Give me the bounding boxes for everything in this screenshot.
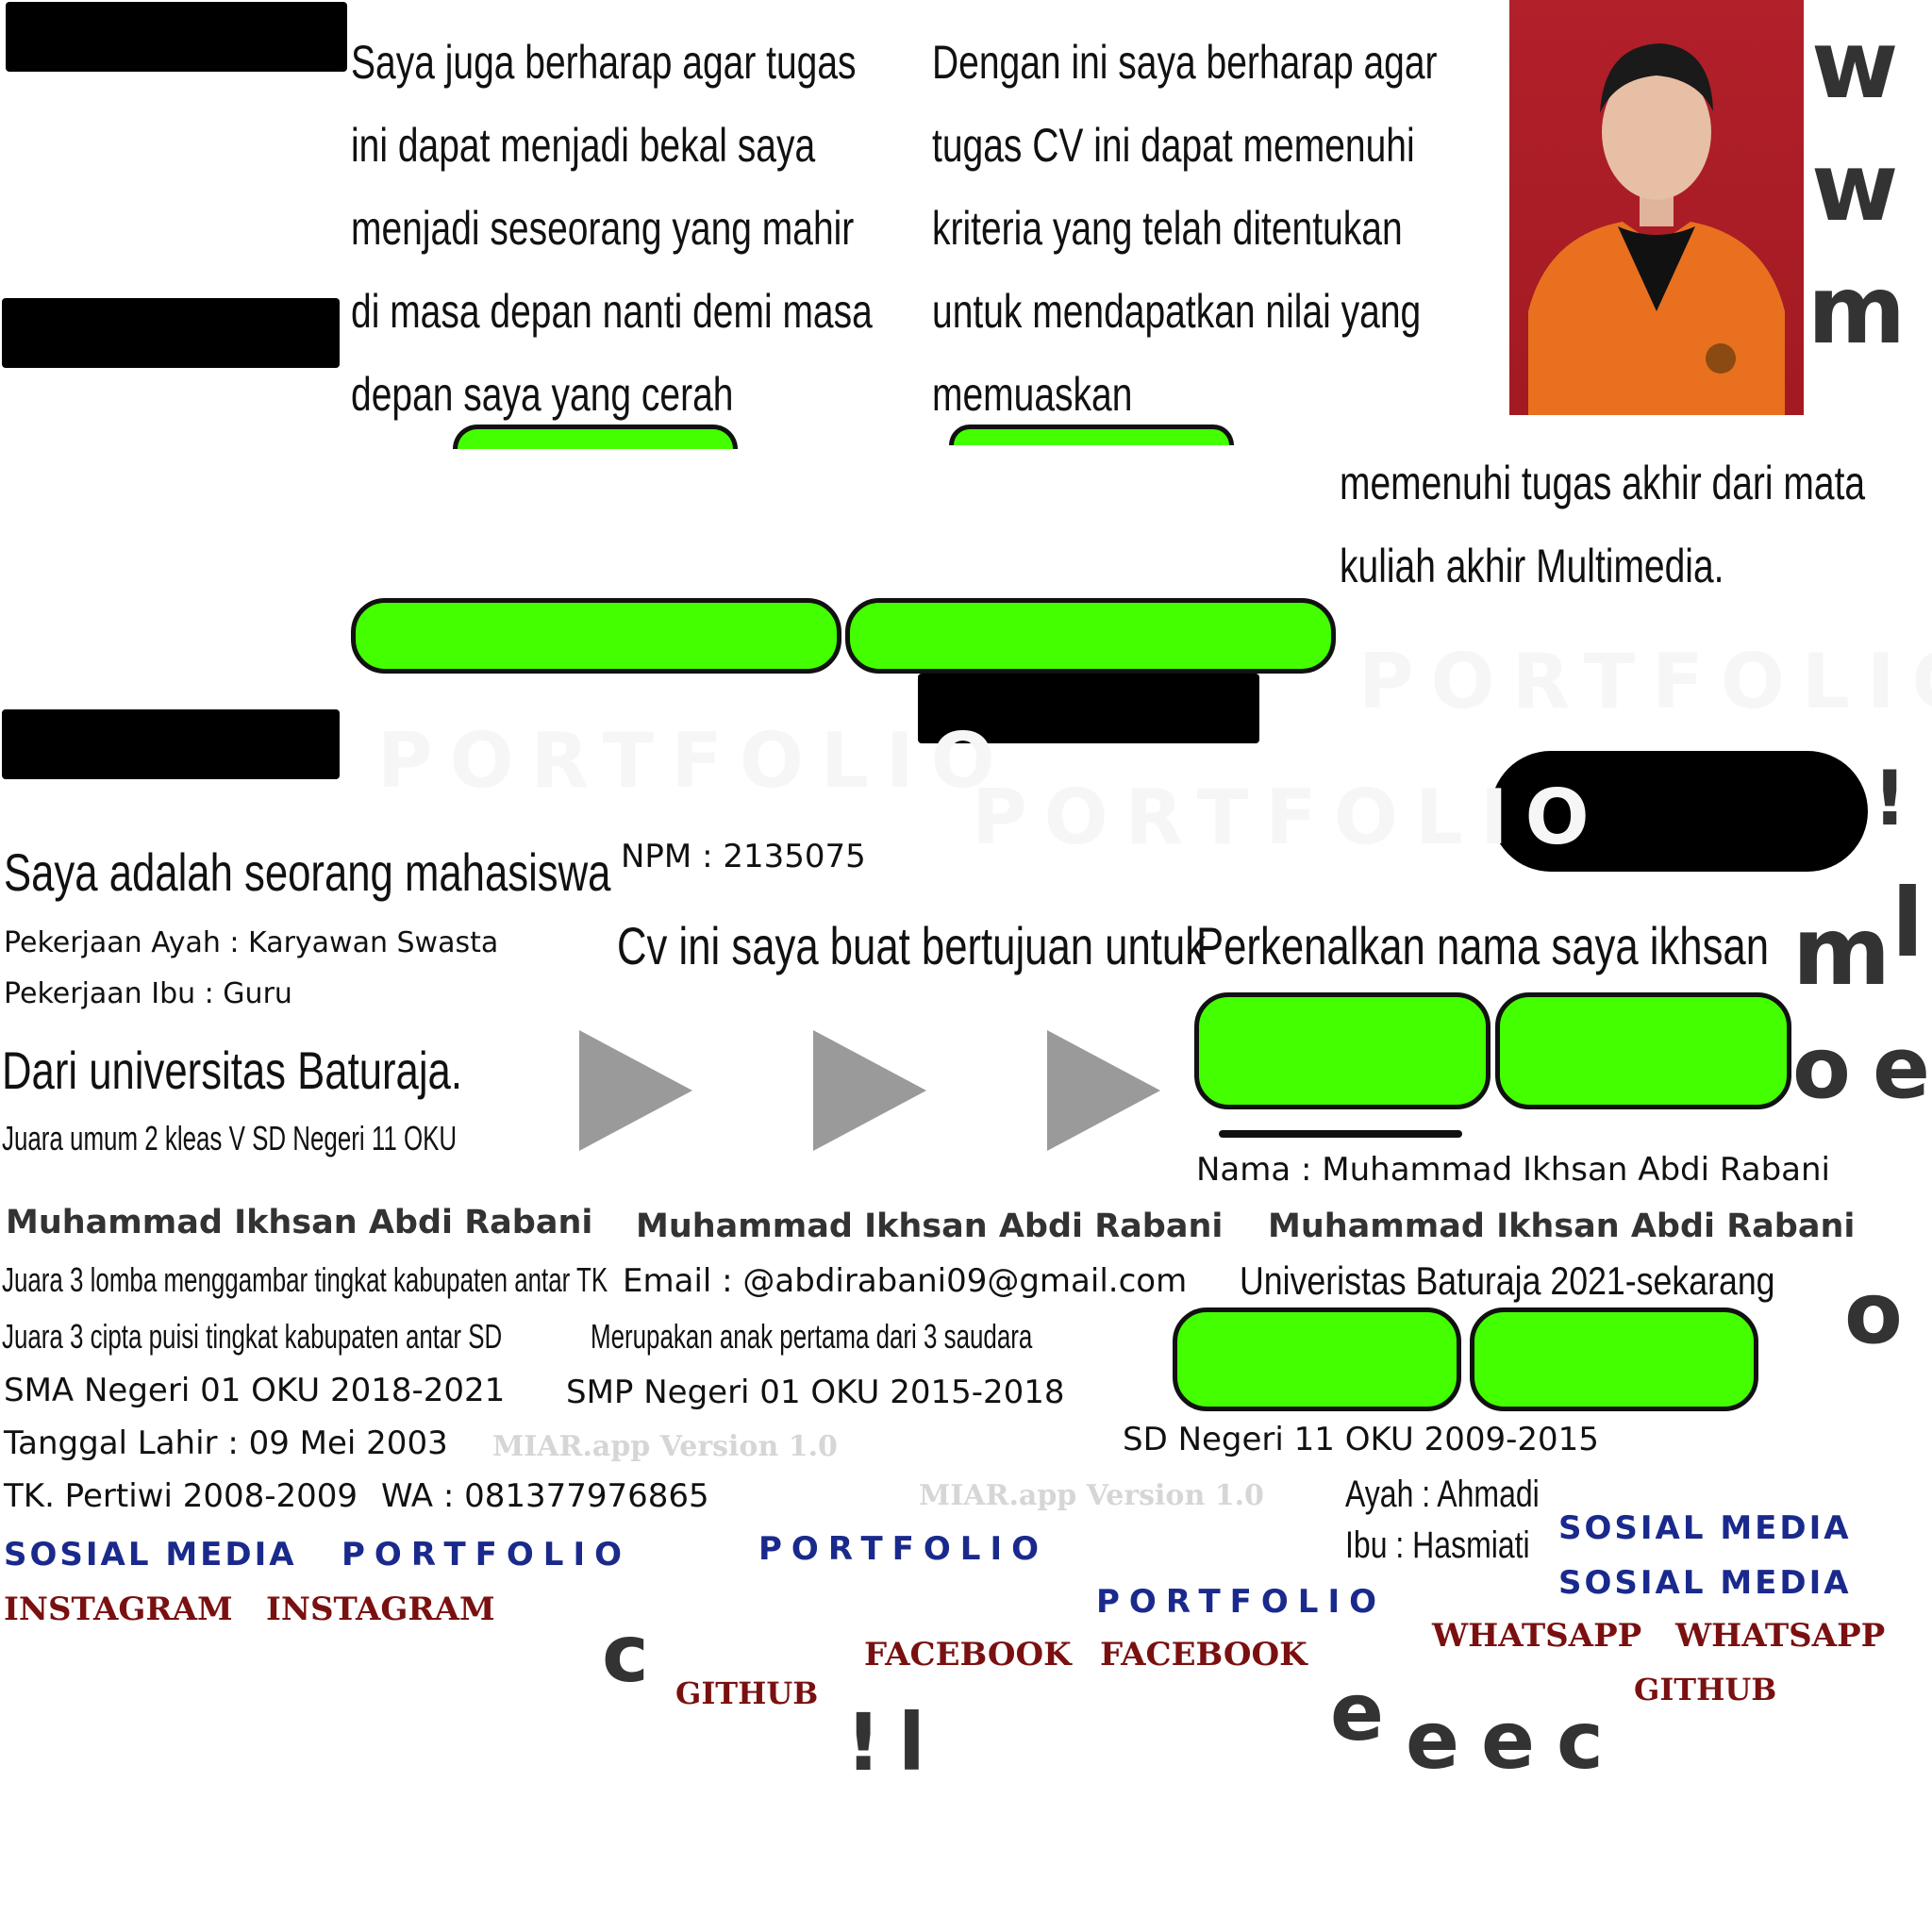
letter-e: e [1873,1019,1931,1118]
letter-w: w [1811,9,1899,120]
redacted-bar [2,709,340,779]
exclamation-mark: ! [845,1696,882,1789]
education-sma: SMA Negeri 01 OKU 2018-2021 [4,1372,506,1409]
play-arrow-icon [579,1030,692,1151]
text-line: memenuhi tugas akhir dari mata [1340,457,1866,509]
nama-text: Nama : Muhammad Ikhsan Abdi Rabani [1196,1151,1830,1189]
letter-l: l [1891,868,1924,978]
sosial-media-label: SOSIAL MEDIA [1558,1564,1852,1602]
intro-mahasiswa: Saya adalah seorang mahasiswa [4,842,611,902]
github-link[interactable]: GITHUB [1634,1672,1776,1707]
text-line: memuaskan [932,368,1133,421]
email-text: Email : @abdirabani09@gmail.com [623,1262,1188,1300]
education-sd: SD Negeri 11 OKU 2009-2015 [1123,1421,1599,1458]
text-line: kuliah akhir Multimedia. [1340,540,1724,592]
green-pill-fragment [453,425,738,449]
letter-l: l [898,1696,925,1789]
ghost-portfolio-text: PORTFOLIO [1358,638,1932,725]
redacted-bar [2,298,340,368]
letter-e: e [1481,1694,1535,1787]
whatsapp-link[interactable]: WHATSAPP [1432,1617,1641,1655]
letter-e: e [1330,1666,1384,1758]
name-banner: Muhammad Ikhsan Abdi Rabani [636,1208,1224,1245]
green-pill [1495,992,1791,1109]
portfolio-label: PORTFOLIO [341,1536,632,1574]
paragraph-tugas-akhir: memenuhi tugas akhir dari mata kuliah ak… [1340,441,1865,608]
juara-umum: Juara umum 2 kleas V SD Negeri 11 OKU [2,1119,458,1158]
letter-m: m [1792,896,1891,1007]
green-pill [1173,1307,1461,1411]
instagram-link[interactable]: INSTAGRAM [266,1591,495,1628]
divider-line [1219,1130,1462,1138]
education-tk: TK. Pertiwi 2008-2009 [4,1477,358,1515]
green-pill [1470,1307,1758,1411]
person-portrait-icon [1528,43,1785,415]
play-arrow-icon [1047,1030,1160,1151]
watermark: MIAR.app Version 1.0 [919,1479,1264,1512]
letter-w: w [1811,132,1899,242]
ayah-name: Ayah : Ahmadi [1345,1474,1540,1515]
npm-text: NPM : 2135075 [621,838,866,875]
watermark: MIAR.app Version 1.0 [492,1430,838,1463]
education-universitas: Univeristas Baturaja 2021-sekarang [1240,1258,1775,1303]
tanggal-lahir: Tanggal Lahir : 09 Mei 2003 [4,1424,448,1462]
whatsapp-link[interactable]: WHATSAPP [1675,1617,1885,1655]
github-link[interactable]: GITHUB [675,1675,818,1711]
green-pill [845,598,1336,674]
facebook-link[interactable]: FACEBOOK [1100,1636,1307,1674]
ibu-name: Ibu : Hasmiati [1345,1524,1530,1566]
letter-c: c [1557,1694,1604,1787]
green-pill [1194,992,1491,1109]
text-line: kriteria yang telah ditentukan [932,202,1403,255]
letter-e: e [1406,1694,1459,1787]
text-line: di masa depan nanti demi masa [351,285,873,338]
pekerjaan-ayah: Pekerjaan Ayah : Karyawan Swasta [4,926,499,959]
green-pill [351,598,841,674]
redacted-bar [6,2,347,72]
intro-tujuan: Cv ini saya buat bertujuan untuk [617,916,1207,975]
text-line: untuk mendapatkan nilai yang [932,285,1422,338]
wa-number: WA : 081377976865 [381,1477,709,1515]
juara-menggambar: Juara 3 lomba menggambar tingkat kabupat… [2,1260,608,1299]
ghost-portfolio-text: PORTFOLIO [377,717,1012,805]
paragraph-harap-bekal: Saya juga berharap agar tugas ini dapat … [351,21,873,436]
text-line: ini dapat menjadi bekal saya [351,119,816,172]
text-line: depan saya yang cerah [351,368,734,421]
green-pill-fragment [949,425,1234,445]
play-arrow-icon [813,1030,926,1151]
letter-o: o [1844,1264,1903,1363]
anak-pertama: Merupakan anak pertama dari 3 saudara [591,1317,1033,1356]
ghost-portfolio-text: PORTFOLIO [972,774,1607,861]
name-banner: Muhammad Ikhsan Abdi Rabani [1268,1208,1856,1245]
letter-m: m [1807,255,1907,365]
facebook-link[interactable]: FACEBOOK [864,1636,1072,1674]
pekerjaan-ibu: Pekerjaan Ibu : Guru [4,977,292,1010]
intro-perkenalan: Perkenalkan nama saya ikhsan [1196,916,1770,975]
sosial-media-label: SOSIAL MEDIA [1558,1509,1852,1547]
text-line: Saya juga berharap agar tugas [351,36,857,89]
letter-o: o [1792,1019,1851,1118]
text-line: Dengan ini saya berharap agar [932,36,1438,89]
sosial-media-label: SOSIAL MEDIA [4,1536,297,1574]
letter-c: c [602,1607,649,1700]
education-smp: SMP Negeri 01 OKU 2015-2018 [566,1374,1065,1411]
text-line: menjadi seseorang yang mahir [351,202,855,255]
name-banner: Muhammad Ikhsan Abdi Rabani [6,1204,593,1241]
juara-puisi: Juara 3 cipta puisi tingkat kabupaten an… [2,1317,503,1356]
profile-photo [1509,0,1804,415]
portfolio-label: PORTFOLIO [1096,1583,1387,1621]
instagram-link[interactable]: INSTAGRAM [4,1591,233,1628]
text-line: tugas CV ini dapat memenuhi [932,119,1415,172]
exclamation-mark: ! [1873,755,1907,842]
paragraph-harap-cv: Dengan ini saya berharap agar tugas CV i… [932,21,1438,436]
intro-universitas: Dari universitas Baturaja. [2,1041,462,1100]
portfolio-label: PORTFOLIO [758,1530,1049,1568]
